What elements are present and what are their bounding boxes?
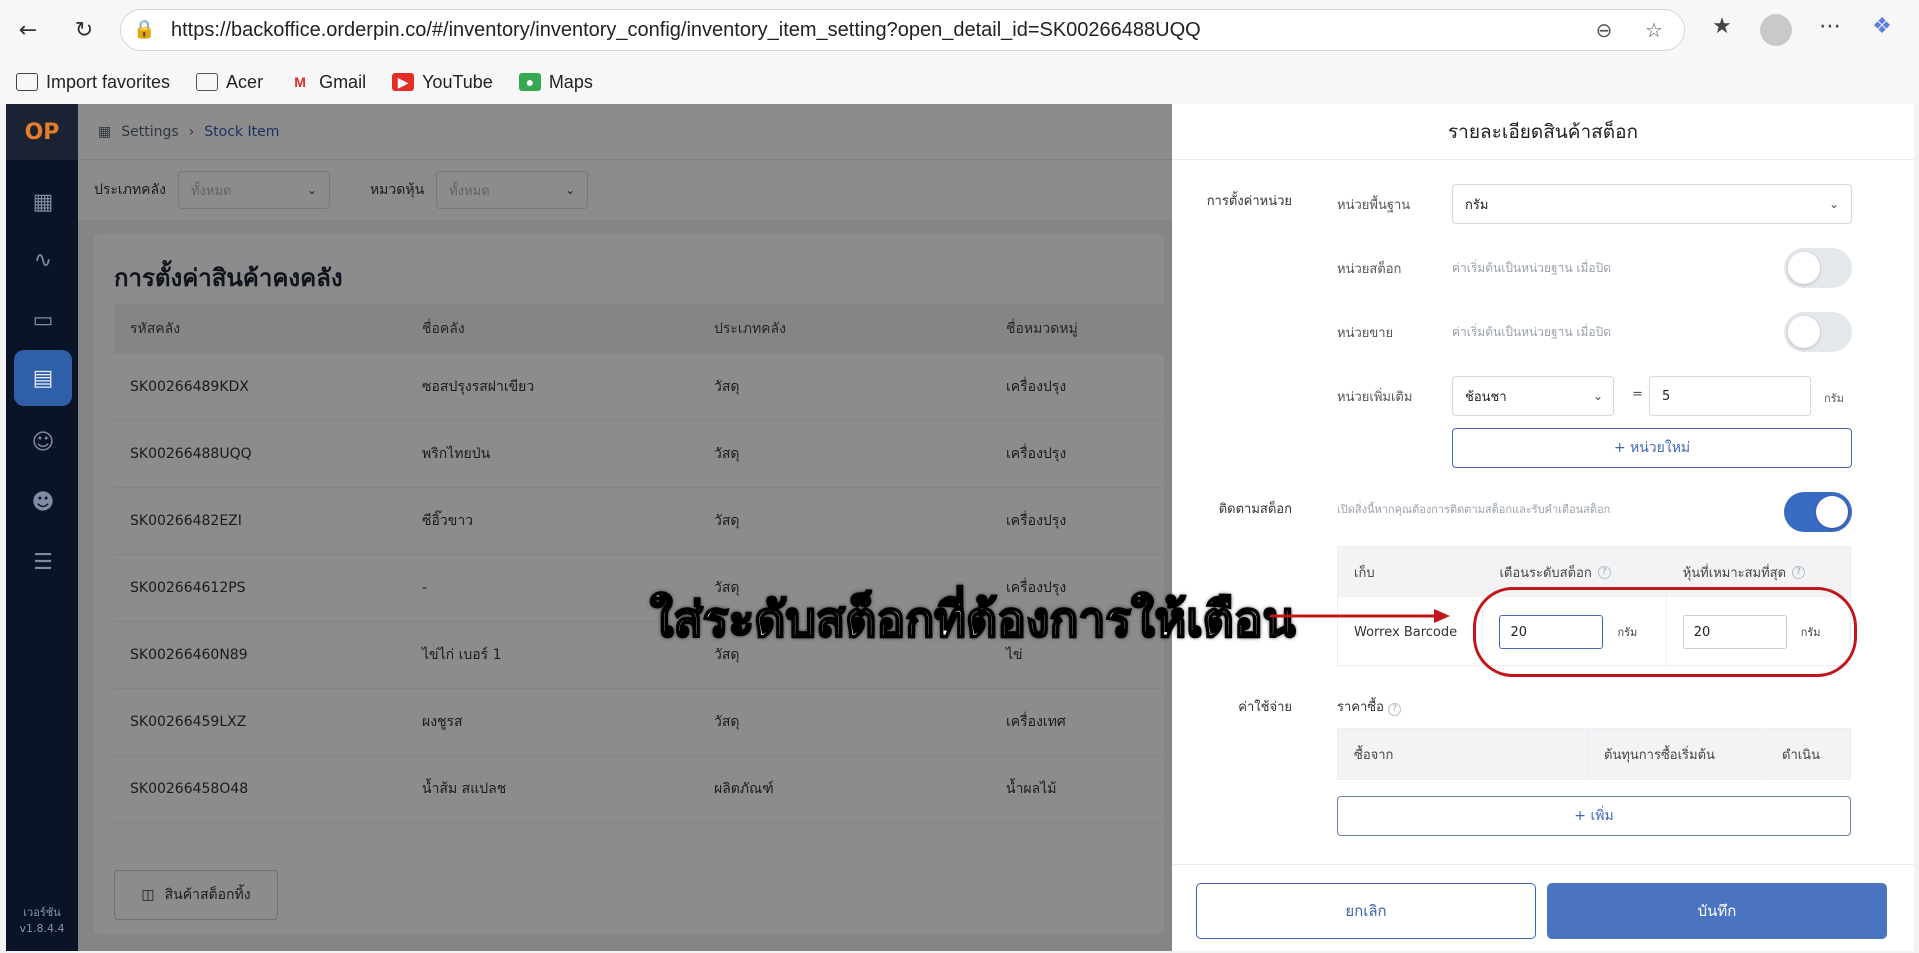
- cost-section-label: ค่าใช้จ่าย: [1238, 700, 1292, 715]
- new-unit-button[interactable]: + หน่วยใหม่: [1452, 428, 1852, 468]
- youtube-icon: ▶: [392, 73, 415, 91]
- add-purchase-button[interactable]: + เพิ่ม: [1337, 796, 1851, 836]
- bookmark-youtube[interactable]: ▶ YouTube: [392, 72, 493, 93]
- column-header: เก็บ: [1338, 547, 1484, 597]
- favorites-icon[interactable]: ★: [1706, 14, 1738, 46]
- stock-unit-label: หน่วยสต็อก: [1337, 262, 1402, 277]
- users-icon[interactable]: ☺: [14, 414, 72, 470]
- bookmark-gmail[interactable]: M Gmail: [289, 72, 366, 93]
- tracking-toggle[interactable]: [1784, 492, 1852, 532]
- bookmarks-bar: Import favorites Acer M Gmail ▶ YouTube ● M…: [0, 60, 1919, 104]
- more-icon[interactable]: ⋯: [1814, 14, 1846, 46]
- tracking-hint: เปิดสิ่งนี้หากคุณต้องการติดตามสต็อกและรั…: [1337, 503, 1611, 516]
- user-settings-icon[interactable]: ☻: [14, 474, 72, 530]
- app-window: OP ▦ ∿ ▭ ▤ ☺ ☻ ☰ เวอร์ชัน v1.8.4.4 ▦ Set…: [6, 104, 1914, 951]
- star-icon[interactable]: ☆: [1641, 18, 1667, 44]
- copilot-icon[interactable]: ❖: [1866, 14, 1898, 46]
- sidebar: OP ▦ ∿ ▭ ▤ ☺ ☻ ☰ เวอร์ชัน v1.8.4.4: [6, 104, 78, 951]
- drawer-footer: ยกเลิก บันทึก: [1172, 864, 1914, 951]
- browser-toolbar: ← ↻ 🔒 https://backoffice.orderpin.co/#/i…: [0, 0, 1919, 60]
- extra-unit-label: หน่วยเพิ่มเติม: [1337, 390, 1413, 405]
- maps-icon: ●: [518, 73, 541, 91]
- bookmark-acer[interactable]: Acer: [196, 72, 263, 93]
- save-button[interactable]: บันทึก: [1547, 883, 1887, 939]
- help-icon[interactable]: ?: [1792, 565, 1806, 579]
- column-header: ซื้อจาก: [1338, 729, 1588, 779]
- tracking-section-label: ติดตามสต็อก: [1218, 502, 1292, 517]
- purchase-table-header: ซื้อจาก ต้นทุนการซื้อเริ่มต้น ดำเนิน: [1337, 728, 1851, 780]
- stock-unit-toggle[interactable]: [1784, 248, 1852, 288]
- sale-unit-toggle[interactable]: [1784, 312, 1852, 352]
- import-icon: [16, 73, 38, 91]
- help-icon[interactable]: ?: [1597, 565, 1611, 579]
- app-version: เวอร์ชัน v1.8.4.4: [19, 906, 65, 935]
- cancel-button[interactable]: ยกเลิก: [1196, 883, 1536, 939]
- purchase-price-label: ราคาซื้อ ?: [1337, 696, 1402, 717]
- bookmark-maps[interactable]: ● Maps: [518, 72, 593, 93]
- base-unit-select[interactable]: กรัม ⌄: [1452, 184, 1852, 224]
- stock-detail-drawer: รายละเอียดสินค้าสต็อก การตั้งค่าหน่วย หน…: [1172, 104, 1914, 951]
- annotation-caption: ใส่ระดับสต็อกที่ต้องการให้เตือน: [649, 591, 1296, 649]
- inventory-icon[interactable]: ▤: [14, 350, 72, 406]
- column-header: ดำเนิน: [1782, 747, 1820, 763]
- equals-sign: =: [1632, 387, 1643, 402]
- address-bar[interactable]: 🔒 https://backoffice.orderpin.co/#/inven…: [120, 9, 1685, 51]
- base-unit-label: หน่วยพื้นฐาน: [1337, 198, 1411, 213]
- column-header: ต้นทุนการซื้อเริ่มต้น: [1588, 729, 1766, 779]
- bookmark-import-favorites[interactable]: Import favorites: [16, 72, 170, 93]
- back-arrow-icon[interactable]: ←: [10, 12, 46, 48]
- profile-avatar[interactable]: [1760, 14, 1792, 46]
- activity-icon[interactable]: ∿: [14, 232, 72, 288]
- refresh-icon[interactable]: ↻: [66, 12, 102, 48]
- lock-icon[interactable]: 🔒: [133, 19, 155, 41]
- url-text: https://backoffice.orderpin.co/#/invento…: [171, 18, 1201, 41]
- modal-overlay[interactable]: [78, 104, 1178, 951]
- folder-icon: [196, 73, 219, 91]
- extra-unit-suffix: กรัม: [1824, 392, 1844, 405]
- gmail-icon: M: [294, 74, 306, 90]
- help-icon[interactable]: ?: [1388, 702, 1402, 716]
- annotation-arrow-icon: [1270, 609, 1450, 623]
- chevron-down-icon: ⌄: [1828, 197, 1839, 211]
- sale-unit-hint: ค่าเริ่มต้นเป็นหน่วยฐาน เมื่อปิด: [1452, 325, 1612, 339]
- drawer-title: รายละเอียดสินค้าสต็อก: [1172, 104, 1914, 160]
- stock-unit-hint: ค่าเริ่มต้นเป็นหน่วยฐาน เมื่อปิด: [1452, 261, 1612, 275]
- sliders-icon[interactable]: ☰: [14, 534, 72, 590]
- extra-unit-qty-input[interactable]: 5: [1649, 376, 1811, 416]
- grid-icon[interactable]: ▦: [14, 174, 72, 230]
- unit-section-label: การตั้งค่าหน่วย: [1206, 194, 1292, 209]
- sale-unit-label: หน่วยขาย: [1337, 326, 1394, 341]
- bag-icon[interactable]: ▭: [14, 292, 72, 348]
- extra-unit-select[interactable]: ช้อนชา ⌄: [1452, 376, 1614, 416]
- chevron-down-icon: ⌄: [1592, 389, 1603, 403]
- app-logo[interactable]: OP: [6, 104, 78, 160]
- zoom-out-icon[interactable]: ⊖: [1591, 18, 1617, 44]
- annotation-highlight-ring: [1473, 587, 1857, 677]
